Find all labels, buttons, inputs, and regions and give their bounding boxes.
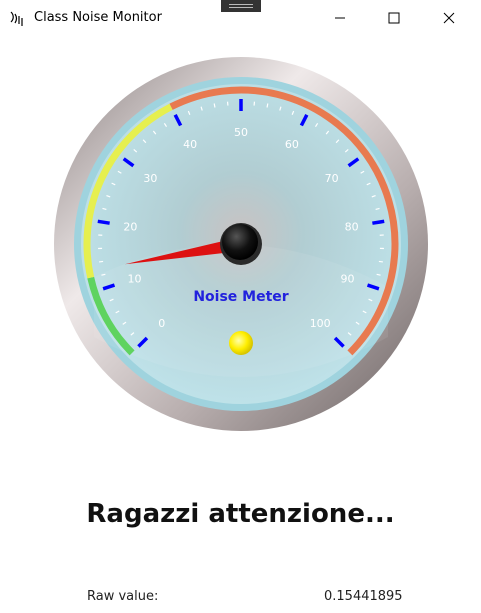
status-message: Ragazzi attenzione...	[86, 499, 395, 529]
close-button[interactable]	[426, 0, 472, 36]
gauge-tick-label: 20	[123, 220, 137, 233]
drag-handle[interactable]	[221, 0, 261, 12]
minimize-icon	[335, 17, 345, 19]
gauge-tick-label: 70	[325, 172, 339, 185]
maximize-icon	[388, 12, 400, 24]
window-title: Class Noise Monitor	[34, 10, 162, 25]
gauge-hub	[222, 224, 258, 260]
gauge-minor-tick	[213, 103, 216, 108]
gauge-tick-label: 80	[345, 220, 359, 233]
gauge-minor-tick	[376, 273, 381, 276]
close-icon	[443, 12, 455, 24]
noise-gauge: 0 10 20 30 40 50 60 70 80 90 100 Noise Meter	[54, 57, 428, 431]
gauge-minor-tick	[266, 103, 269, 108]
gauge-minor-tick	[99, 260, 104, 263]
minimize-button[interactable]	[317, 0, 363, 36]
waveform-icon	[10, 11, 23, 26]
raw-value-label: Raw value:	[87, 589, 159, 604]
gauge-label: Noise Meter	[193, 289, 288, 305]
gauge-minor-tick	[378, 260, 383, 263]
gauge-tick-label: 50	[234, 126, 248, 139]
status-led	[229, 331, 253, 355]
gauge-tick-label: 60	[285, 138, 299, 151]
title-bar: Class Noise Monitor	[0, 0, 481, 36]
gauge-minor-tick	[101, 273, 106, 276]
gauge-major-tick	[372, 219, 385, 225]
gauge-tick-label: 100	[310, 317, 331, 330]
gauge-tick-label: 40	[183, 138, 197, 151]
gauge-tick-label: 90	[341, 273, 355, 286]
gauge-tick-label: 0	[158, 317, 165, 330]
gauge-major-tick	[97, 219, 110, 225]
raw-value: 0.15441895	[324, 589, 403, 604]
gauge-tick-label: 10	[127, 273, 141, 286]
gauge-tick-label: 30	[143, 172, 157, 185]
maximize-button[interactable]	[371, 0, 417, 36]
